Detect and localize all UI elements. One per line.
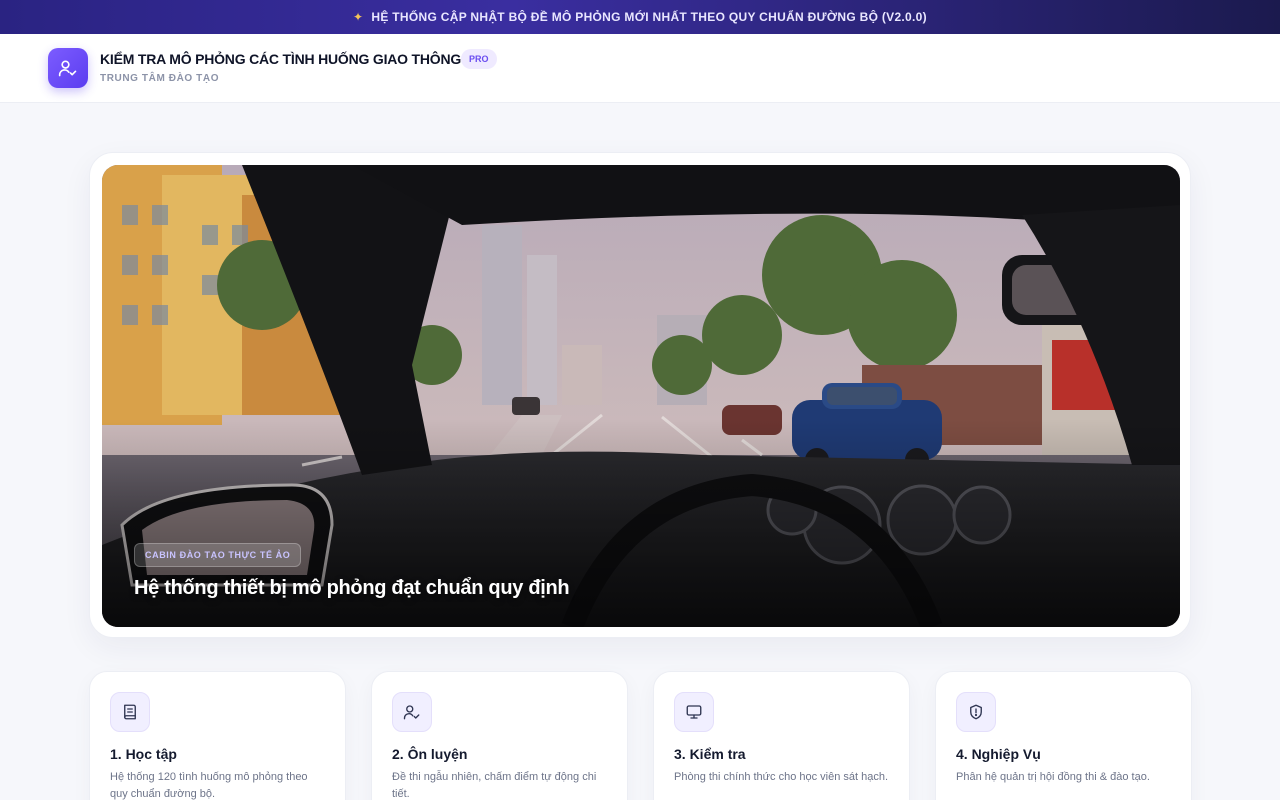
announcement-text: HỆ THỐNG CẬP NHẬT BỘ ĐỀ MÔ PHỎNG MỚI NHẤ… (371, 10, 927, 24)
feature-desc: Phòng thi chính thức cho học viên sát hạ… (674, 771, 889, 783)
user-check-icon (58, 60, 77, 77)
sparkle-icon: ✦ (353, 10, 364, 24)
book-icon (124, 704, 136, 720)
feature-desc: Hệ thống 120 tình huống mô phỏng theo qu… (110, 771, 308, 800)
app-title: KIỂM TRA MÔ PHỎNG CÁC TÌNH HUỐNG GIAO TH… (100, 51, 462, 67)
logo[interactable] (48, 48, 88, 88)
feature-card-nghiep-vu[interactable]: 4. Nghiệp Vụ Phân hệ quản trị hội đồng t… (935, 671, 1192, 800)
feature-card-on-luyen[interactable]: 2. Ôn luyện Đề thi ngẫu nhiên, chấm điểm… (371, 671, 628, 800)
hero-tag: CABIN ĐÀO TẠO THỰC TẾ ẢO (134, 543, 302, 567)
feature-desc: Phân hệ quản trị hội đồng thi & đào tạo. (956, 771, 1150, 783)
feature-title: 4. Nghiệp Vụ (956, 746, 1041, 762)
pro-badge: PRO (461, 49, 497, 69)
feature-title: 3. Kiểm tra (674, 746, 746, 762)
shield-alert-icon (970, 704, 982, 720)
feature-card-kiem-tra[interactable]: 3. Kiểm tra Phòng thi chính thức cho học… (653, 671, 910, 800)
monitor-icon (686, 705, 702, 719)
simulator-scene-image: CABIN ĐÀO TẠO THỰC TẾ ẢO Hệ thống thiết … (102, 165, 1180, 627)
feature-card-hoc-tap[interactable]: 1. Học tập Hệ thống 120 tình huống mô ph… (89, 671, 346, 800)
feature-title: 1. Học tập (110, 746, 177, 762)
announcement-bar: ✦ HỆ THỐNG CẬP NHẬT BỘ ĐỀ MÔ PHỎNG MỚI N… (0, 0, 1280, 34)
feature-desc: Đề thi ngẫu nhiên, chấm điểm tự động chi… (392, 771, 597, 800)
app-header: KIỂM TRA MÔ PHỎNG CÁC TÌNH HUỐNG GIAO TH… (0, 34, 1280, 103)
hero-card: CABIN ĐÀO TẠO THỰC TẾ ẢO Hệ thống thiết … (89, 152, 1191, 638)
user-check-icon (403, 705, 420, 720)
app-subtitle: TRUNG TÂM ĐÀO TẠO (100, 73, 220, 84)
hero-caption: Hệ thống thiết bị mô phỏng đạt chuẩn quy… (134, 577, 570, 599)
feature-title: 2. Ôn luyện (392, 746, 468, 762)
